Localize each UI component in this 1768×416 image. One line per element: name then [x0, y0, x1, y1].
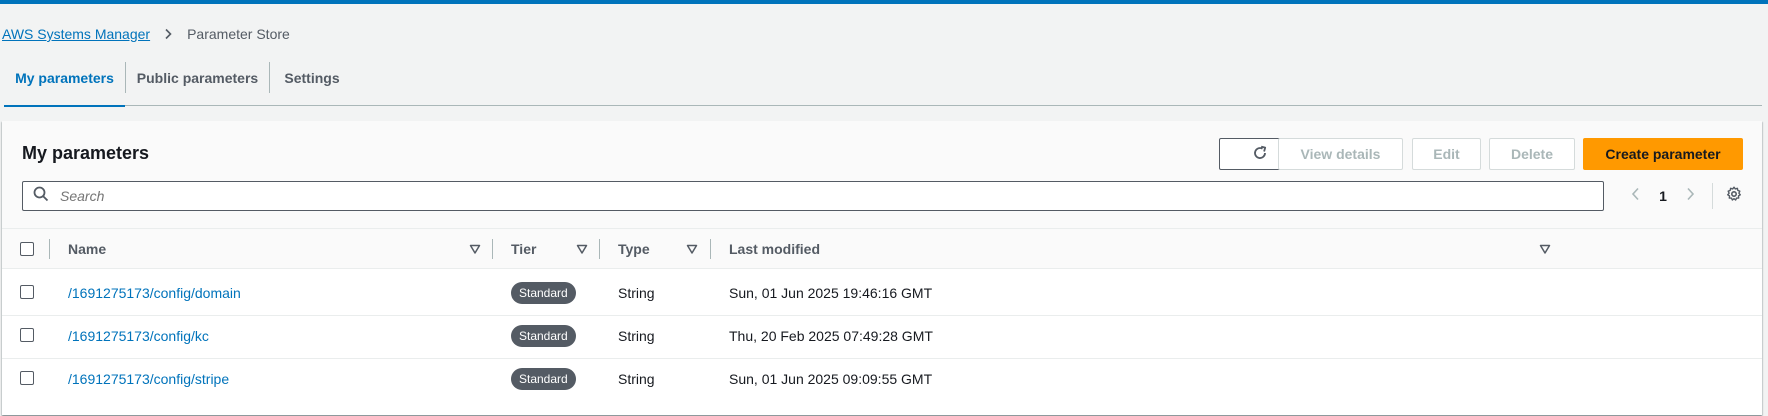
tab-label: Settings [284, 70, 340, 86]
previous-page-button[interactable] [1623, 183, 1649, 209]
table-header: Name Tier Type Last modified [2, 229, 1762, 269]
chevron-left-icon [1630, 187, 1642, 206]
sort-down-icon[interactable] [575, 242, 589, 256]
last-modified-cell: Sun, 01 Jun 2025 19:46:16 GMT [729, 284, 933, 301]
search-box [22, 181, 1604, 211]
search-input[interactable] [58, 187, 1558, 205]
row-checkbox[interactable] [20, 328, 34, 342]
column-resizer[interactable] [492, 239, 493, 259]
table-row: /1691275173/config/kc Standard String Th… [2, 312, 1762, 359]
column-header-tier[interactable]: Tier [511, 229, 536, 269]
panel-header: My parameters View details Edit Delete C… [2, 121, 1762, 229]
gear-icon [1726, 186, 1742, 207]
tab-settings[interactable]: Settings [270, 50, 354, 106]
tier-badge: Standard [511, 281, 576, 304]
sort-down-icon[interactable] [1538, 242, 1552, 256]
table-row: /1691275173/config/domain Standard Strin… [2, 269, 1762, 316]
table-row: /1691275173/config/stripe Standard Strin… [2, 355, 1762, 402]
tier-cell: Standard [511, 355, 576, 402]
tab-public-parameters[interactable]: Public parameters [126, 50, 269, 106]
tier-badge: Standard [511, 324, 576, 347]
delete-button[interactable]: Delete [1489, 138, 1575, 170]
parameter-name-link[interactable]: /1691275173/config/stripe [68, 355, 229, 402]
row-checkbox[interactable] [20, 285, 34, 299]
breadcrumb-link-systems-manager[interactable]: AWS Systems Manager [2, 26, 150, 42]
tier-badge: Standard [511, 367, 576, 390]
view-details-button[interactable]: View details [1278, 138, 1403, 170]
chevron-right-icon [1684, 187, 1696, 206]
breadcrumb: AWS Systems Manager Parameter Store [2, 24, 290, 44]
tier-cell: Standard [511, 312, 576, 359]
select-all-checkbox[interactable] [20, 242, 34, 256]
panel-title: My parameters [22, 143, 150, 163]
create-parameter-button[interactable]: Create parameter [1583, 138, 1743, 170]
sort-down-icon[interactable] [468, 242, 482, 256]
next-page-button[interactable] [1677, 183, 1703, 209]
column-resizer[interactable] [710, 239, 711, 259]
tab-list: My parameters Public parameters Settings [4, 50, 1762, 107]
tab-label: My parameters [15, 70, 114, 86]
parameter-name-link[interactable]: /1691275173/config/kc [68, 312, 209, 359]
search-icon [33, 186, 49, 207]
column-header-name[interactable]: Name [68, 229, 106, 269]
table-preferences-button[interactable] [1721, 183, 1747, 209]
last-modified-cell: Sun, 01 Jun 2025 09:09:55 GMT [729, 370, 933, 387]
type-cell: String [618, 370, 655, 387]
last-modified-cell: Thu, 20 Feb 2025 07:49:28 GMT [729, 327, 933, 344]
column-resizer[interactable] [599, 239, 600, 259]
column-header-last-modified[interactable]: Last modified [729, 229, 820, 269]
chevron-right-icon [158, 24, 178, 44]
breadcrumb-current: Parameter Store [187, 26, 290, 42]
edit-button[interactable]: Edit [1412, 138, 1481, 170]
type-cell: String [618, 327, 655, 344]
page-number[interactable]: 1 [1651, 183, 1675, 209]
tab-my-parameters[interactable]: My parameters [4, 50, 125, 107]
row-checkbox[interactable] [20, 371, 34, 385]
pagination-divider [1712, 183, 1713, 209]
tier-cell: Standard [511, 269, 576, 316]
parameter-name-link[interactable]: /1691275173/config/domain [68, 269, 241, 316]
column-divider [49, 239, 50, 259]
parameters-panel: My parameters View details Edit Delete C… [2, 121, 1762, 415]
tab-label: Public parameters [136, 70, 259, 86]
sort-down-icon[interactable] [685, 242, 699, 256]
top-accent-bar [0, 0, 1768, 4]
type-cell: String [618, 284, 655, 301]
column-header-type[interactable]: Type [618, 229, 650, 269]
refresh-icon [1252, 145, 1268, 164]
